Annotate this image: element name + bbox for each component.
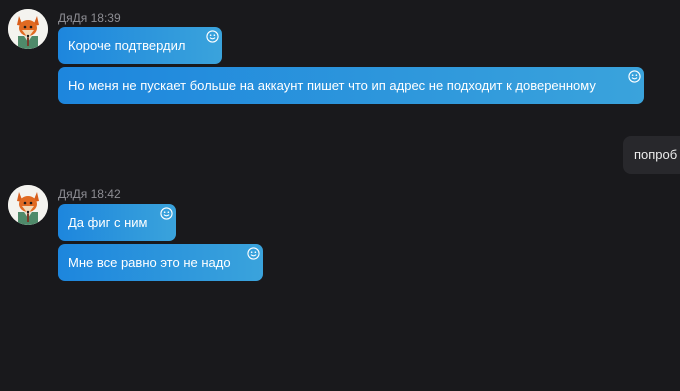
message-text: Но меня не пускает больше на аккаунт пиш… [68,78,596,93]
message-text: Короче подтвердил [68,38,186,53]
message-time: 18:39 [90,11,121,25]
message-bubble[interactable]: Короче подтвердил [58,27,222,64]
message-bubble[interactable]: Да фиг с ним [58,204,176,241]
message-text: Да фиг с ним [68,215,148,230]
message-bubble[interactable]: Мне все равно это не надо [58,244,263,281]
smiley-reaction-icon[interactable] [160,207,173,220]
message-meta: ДяДя 18:42 [58,187,121,201]
fox-avatar-icon[interactable] [8,185,48,225]
smiley-reaction-icon[interactable] [628,70,641,83]
author-name[interactable]: ДяДя [58,187,87,201]
chat-window: ДяДя 18:39 Короче подтвердил Но меня не … [0,0,680,391]
message-text: попроб [634,147,678,162]
message-time: 18:42 [90,187,121,201]
fox-avatar-icon[interactable] [8,9,48,49]
smiley-reaction-icon[interactable] [247,247,260,260]
outgoing-message-bubble[interactable]: попроб [623,136,680,174]
message-bubble[interactable]: Но меня не пускает больше на аккаунт пиш… [58,67,644,104]
smiley-reaction-icon[interactable] [206,30,219,43]
message-text: Мне все равно это не надо [68,255,231,270]
message-meta: ДяДя 18:39 [58,11,121,25]
author-name[interactable]: ДяДя [58,11,87,25]
